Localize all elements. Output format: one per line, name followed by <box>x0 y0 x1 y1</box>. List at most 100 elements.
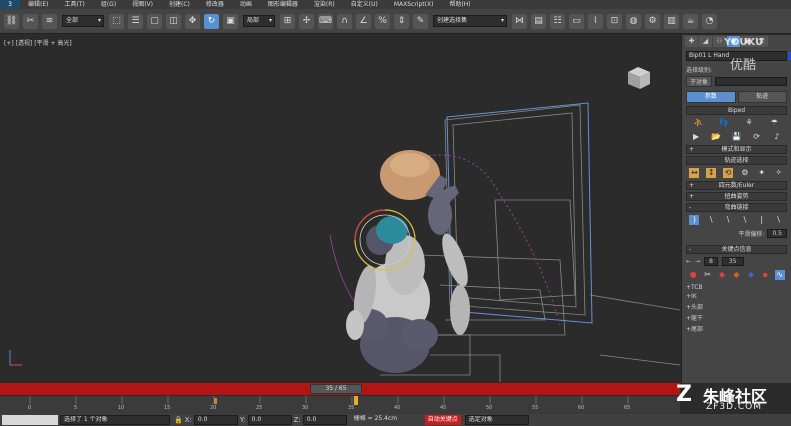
render-setup-icon[interactable]: ⚙ <box>645 13 660 29</box>
menu-views[interactable]: 视图(V) <box>124 0 161 9</box>
menu-maxscript[interactable]: MAXScript(X) <box>386 0 442 9</box>
planted-key-icon[interactable]: ◆ <box>717 270 727 280</box>
lock-selection-icon[interactable]: 🔒 <box>174 416 183 424</box>
footstep-mode-icon[interactable]: 👣 <box>719 118 729 128</box>
maxscript-listener[interactable] <box>2 415 58 425</box>
app-logo[interactable]: 3 <box>0 0 20 9</box>
next-key-icon[interactable]: → <box>695 258 700 265</box>
scale-icon[interactable]: ▣ <box>223 13 238 29</box>
mixer-mode-icon[interactable]: ☂ <box>769 118 779 128</box>
motion-flow-icon[interactable]: ⚘ <box>744 118 754 128</box>
move-all-mode-icon[interactable]: ♪ <box>772 132 782 142</box>
auto-key-button[interactable]: 自动关键点 <box>424 415 461 425</box>
track-bar[interactable]: 0 5 10 15 20 25 30 35 40 45 50 55 60 65 <box>0 396 680 414</box>
schematic-view-icon[interactable]: ⊡ <box>607 13 622 29</box>
pivot-center-icon[interactable]: ⊞ <box>280 13 295 29</box>
key-number-field[interactable]: 8 <box>704 257 718 266</box>
sub-tcb[interactable]: +TCB <box>682 283 791 292</box>
snap-icon[interactable]: ∩ <box>337 13 352 29</box>
save-file-icon[interactable]: 💾 <box>731 132 741 142</box>
twist-individual-icon[interactable]: \ <box>723 215 733 225</box>
menu-graph-editors[interactable]: 图形编辑器 <box>260 0 306 9</box>
layer-manager-icon[interactable]: ☷ <box>550 13 565 29</box>
menu-modifiers[interactable]: 修改器 <box>198 0 232 9</box>
menu-help[interactable]: 帮助(H) <box>441 0 478 9</box>
load-file-icon[interactable]: 📂 <box>711 132 721 142</box>
keyboard-shortcut-icon[interactable]: ⌨ <box>318 13 333 29</box>
sub-tail[interactable]: +尾部 <box>682 323 791 334</box>
unlink-icon[interactable]: ✂ <box>23 13 38 29</box>
key-frame-field[interactable]: 35 <box>721 257 744 266</box>
render-iterative-icon[interactable]: ◔ <box>702 13 717 29</box>
menu-rendering[interactable]: 渲染(R) <box>306 0 343 9</box>
menu-group[interactable]: 组(G) <box>93 0 124 9</box>
body-vertical-icon[interactable]: ↕ <box>706 168 717 178</box>
twist-links-icon[interactable]: \ <box>706 215 716 225</box>
sub-object-dropdown[interactable] <box>715 77 787 86</box>
smooth-bias-spinner[interactable]: 0.5 <box>767 229 787 238</box>
perspective-viewport[interactable]: [+] [透视] [平滑 + 高光] <box>0 35 680 382</box>
body-horizontal-icon[interactable]: ↔ <box>689 168 700 178</box>
named-selection-dropdown[interactable]: 创建选择集 <box>433 15 507 27</box>
rollout-bend[interactable]: - 弯曲链接 <box>686 203 787 212</box>
x-coord-field[interactable]: 0.0 <box>193 415 238 425</box>
link-icon[interactable]: ⛓ <box>4 13 19 29</box>
select-manipulate-icon[interactable]: ✢ <box>299 13 314 29</box>
rect-selection-icon[interactable]: ▢ <box>147 13 162 29</box>
rendered-frame-icon[interactable]: ▥ <box>664 13 679 29</box>
curve-editor-icon[interactable]: ⌇ <box>588 13 603 29</box>
key-filter-dropdown[interactable]: 选定对象 <box>464 415 529 425</box>
edit-named-selection-icon[interactable]: ✎ <box>413 13 428 29</box>
menu-tools[interactable]: 工具(T) <box>56 0 92 9</box>
menu-edit[interactable]: 编辑(E) <box>20 0 56 9</box>
spinner-snap-icon[interactable]: ⇕ <box>394 13 409 29</box>
selection-filter-dropdown[interactable]: 全部 <box>62 15 104 27</box>
figure-mode-icon[interactable]: ⛹ <box>694 118 704 128</box>
rollout-quaternion[interactable]: + 四元数/Euler <box>686 181 787 190</box>
smooth-twist-icon[interactable]: \ <box>740 215 750 225</box>
set-key-icon[interactable]: ● <box>688 270 698 280</box>
params-button[interactable]: 参数 <box>686 91 736 103</box>
sub-ik[interactable]: +IK <box>682 292 791 301</box>
select-by-name-icon[interactable]: ☰ <box>128 13 143 29</box>
material-editor-icon[interactable]: ◍ <box>626 13 641 29</box>
free-key-icon[interactable]: ◆ <box>746 270 756 280</box>
convert-icon[interactable]: ⟳ <box>752 132 762 142</box>
modify-tab-icon[interactable]: ◢ <box>699 36 712 47</box>
select-object-icon[interactable]: ⬚ <box>109 13 124 29</box>
zero-all-icon[interactable]: \ <box>774 215 784 225</box>
biped-playback-icon[interactable]: ▶ <box>691 132 701 142</box>
ribbon-icon[interactable]: ▭ <box>569 13 584 29</box>
create-tab-icon[interactable]: ✚ <box>685 36 698 47</box>
mirror-icon[interactable]: ⋈ <box>512 13 527 29</box>
y-coord-field[interactable]: 0.0 <box>247 415 292 425</box>
bend-links-mode-icon[interactable]: ) <box>689 215 700 225</box>
opposite-icon[interactable]: ✧ <box>774 168 784 178</box>
rollout-mode-display[interactable]: + 模式和显示 <box>686 145 787 154</box>
menu-animation[interactable]: 动画 <box>232 0 260 9</box>
ref-coord-dropdown[interactable]: 局部 <box>243 15 275 27</box>
render-production-icon[interactable]: ☕ <box>683 13 698 29</box>
zero-twist-icon[interactable]: | <box>757 215 767 225</box>
rotate-icon[interactable]: ↻ <box>204 13 219 29</box>
bind-spacewarp-icon[interactable]: ≋ <box>42 13 57 29</box>
tracks-button[interactable]: 轨迹 <box>737 91 787 103</box>
menu-create[interactable]: 创建(C) <box>161 0 198 9</box>
rollout-key-info[interactable]: - 关键点信息 <box>686 245 787 254</box>
time-slider[interactable]: 35 / 65 <box>0 383 680 395</box>
z-coord-field[interactable]: 0.0 <box>302 415 347 425</box>
lock-cog-icon[interactable]: ⚙ <box>740 168 750 178</box>
percent-snap-icon[interactable]: % <box>375 13 390 29</box>
symmetrical-icon[interactable]: ✦ <box>757 168 767 178</box>
prev-key-icon[interactable]: ← <box>686 258 691 265</box>
trajectory-key-icon[interactable]: ▪ <box>760 270 770 280</box>
angle-snap-icon[interactable]: ∠ <box>356 13 371 29</box>
show-trajectory-icon[interactable]: ∿ <box>774 270 785 280</box>
sliding-key-icon[interactable]: ◆ <box>731 270 741 280</box>
window-crossing-icon[interactable]: ◫ <box>166 13 181 29</box>
align-icon[interactable]: ▤ <box>531 13 546 29</box>
rollout-track-select[interactable]: 轨迹选择 <box>686 156 787 165</box>
sub-body[interactable]: +躯干 <box>682 312 791 323</box>
rollout-biped[interactable]: Biped <box>686 106 787 115</box>
move-icon[interactable]: ✥ <box>185 13 200 29</box>
